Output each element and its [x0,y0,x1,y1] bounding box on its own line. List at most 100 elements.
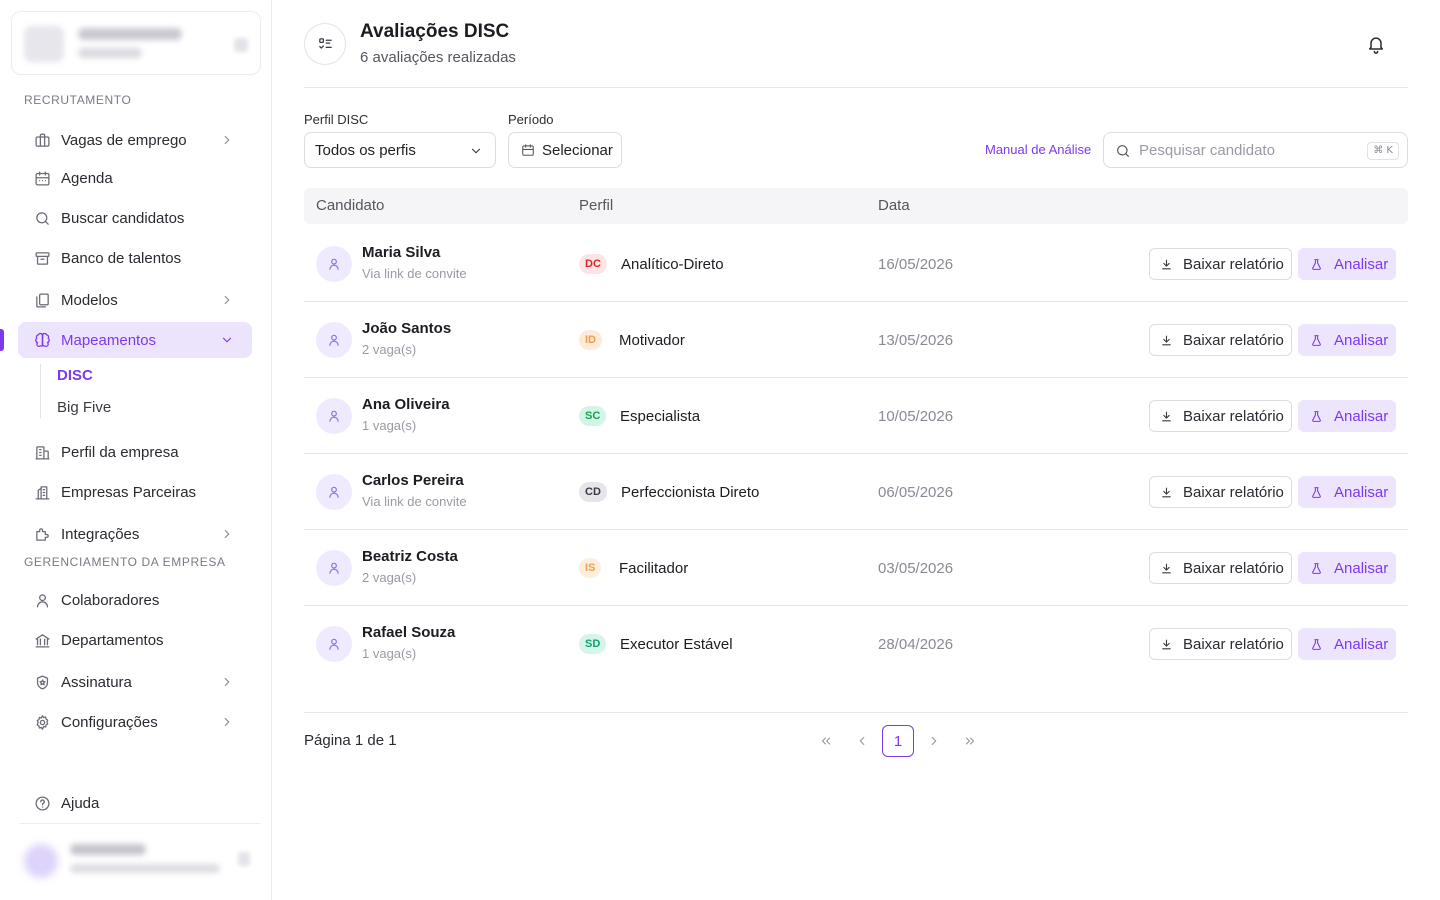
sidebar-item-mapeamentos[interactable]: Mapeamentos [18,322,252,358]
organization-switcher[interactable] [11,11,261,75]
building-icon [33,443,51,461]
chevrons-icon [234,38,248,52]
sidebar-subitem-big-five[interactable]: Big Five [57,399,111,416]
candidate-source: 2 vaga(s) [362,342,417,357]
user-icon [316,550,352,586]
sidebar-item-perfil-empresa[interactable]: Perfil da empresa [18,434,252,470]
sidebar-item-label: Empresas Parceiras [61,483,197,501]
analyze-label: Analisar [1334,331,1389,349]
analysis-manual-link[interactable]: Manual de Análise [985,142,1091,157]
last-page-button[interactable] [954,725,986,757]
user-icon [316,246,352,282]
download-report-button[interactable]: Baixar relatório [1149,476,1292,508]
disc-profile-name: Perfeccionista Direto [621,484,760,501]
chevron-right-icon [224,529,230,539]
chevrons-left-icon [821,737,831,745]
sidebar-item-vagas[interactable]: Vagas de emprego [18,122,252,158]
next-page-button[interactable] [918,725,950,757]
analyze-button[interactable]: Analisar [1298,400,1396,432]
column-header-profile: Perfil [579,197,614,214]
analyze-button[interactable]: Analisar [1298,476,1396,508]
flask-icon [1312,334,1321,346]
sidebar-subitem-disc[interactable]: DISC [57,367,93,384]
sidebar-item-label: Vagas de emprego [61,131,187,149]
sidebar-item-label: Colaboradores [61,591,160,609]
sidebar-item-label: Ajuda [61,794,100,812]
sidebar-item-banco-talentos[interactable]: Banco de talentos [18,240,252,276]
sidebar-item-label: Banco de talentos [61,249,182,267]
sidebar-item-modelos[interactable]: Modelos [18,282,252,318]
download-report-button[interactable]: Baixar relatório [1149,400,1292,432]
bell-icon[interactable] [1366,34,1386,54]
sidebar-item-departamentos[interactable]: Departamentos [18,622,252,658]
sidebar-item-label: Agenda [61,169,113,187]
period-select-button[interactable]: Selecionar [508,132,622,168]
previous-page-button[interactable] [846,725,878,757]
search-input[interactable] [1139,135,1359,165]
analyze-button[interactable]: Analisar [1298,628,1396,660]
candidate-name: Rafael Souza [362,624,456,641]
first-page-button[interactable] [810,725,842,757]
help-circle-icon [33,794,51,812]
list-check-icon [304,23,346,65]
page-number-button[interactable]: 1 [882,725,914,757]
download-report-button[interactable]: Baixar relatório [1149,552,1292,584]
chevron-right-icon [224,717,230,727]
sidebar-item-agenda[interactable]: Agenda [18,160,252,196]
download-icon [1162,259,1171,269]
candidate-name: João Santos [362,320,452,337]
download-report-button[interactable]: Baixar relatório [1149,628,1292,660]
disc-profile-name: Motivador [619,332,685,349]
sidebar-item-label: Integrações [61,525,140,543]
disc-badge: SC [579,406,607,426]
disc-badge: CD [579,482,607,502]
period-select-label: Selecionar [542,141,613,159]
sidebar-item-label: Buscar candidatos [61,209,185,227]
sidebar-item-colaboradores[interactable]: Colaboradores [18,582,252,618]
buildings-icon [33,483,51,501]
download-report-label: Baixar relatório [1183,559,1284,577]
table-header: Candidato Perfil Data [304,188,1408,224]
analyze-button[interactable]: Analisar [1298,248,1396,280]
main-content: Avaliações DISC 6 avaliações realizadas … [272,0,1440,900]
profile-filter-value: Todos os perfis [315,141,416,159]
calendar-icon [522,144,534,156]
download-report-button[interactable]: Baixar relatório [1149,248,1292,280]
column-header-candidate: Candidato [316,197,385,214]
table-row: Rafael Souza 1 vaga(s) SD Executor Estáv… [304,606,1408,682]
assessment-date: 28/04/2026 [878,636,954,653]
flask-icon [1312,258,1321,270]
download-icon [1162,335,1171,345]
disc-profile-name: Executor Estável [620,636,733,653]
analyze-button[interactable]: Analisar [1298,552,1396,584]
user-icon [316,626,352,662]
flask-icon [1312,486,1321,498]
puzzle-icon [33,525,51,543]
profile-filter-select[interactable]: Todos os perfis [304,132,496,168]
search-icon [1117,145,1129,157]
download-icon [1162,639,1171,649]
user-menu[interactable] [18,836,258,886]
submenu-guide-line [40,364,41,418]
sidebar-item-integracoes[interactable]: Integrações [18,516,252,552]
copy-icon [33,291,51,309]
disc-badge: SD [579,634,607,654]
sidebar-item-empresas-parceiras[interactable]: Empresas Parceiras [18,474,252,510]
section-title-recruitment: RECRUTAMENTO [24,93,132,107]
download-report-button[interactable]: Baixar relatório [1149,324,1292,356]
sidebar-item-assinatura[interactable]: Assinatura [18,664,252,700]
download-report-label: Baixar relatório [1183,331,1284,349]
sidebar-item-configuracoes[interactable]: Configurações [18,704,252,740]
analyze-button[interactable]: Analisar [1298,324,1396,356]
disc-profile-name: Especialista [620,408,701,425]
chevrons-icon [238,852,250,866]
disc-badge: ID [579,330,602,350]
user-icon [316,398,352,434]
profile-filter-label: Perfil DISC [304,112,369,127]
sidebar-item-ajuda[interactable]: Ajuda [18,785,252,821]
organization-logo [24,26,64,62]
sidebar-item-buscar-candidatos[interactable]: Buscar candidatos [18,200,252,236]
header-divider [304,87,1408,88]
download-icon [1162,411,1171,421]
assessment-date: 10/05/2026 [878,408,954,425]
